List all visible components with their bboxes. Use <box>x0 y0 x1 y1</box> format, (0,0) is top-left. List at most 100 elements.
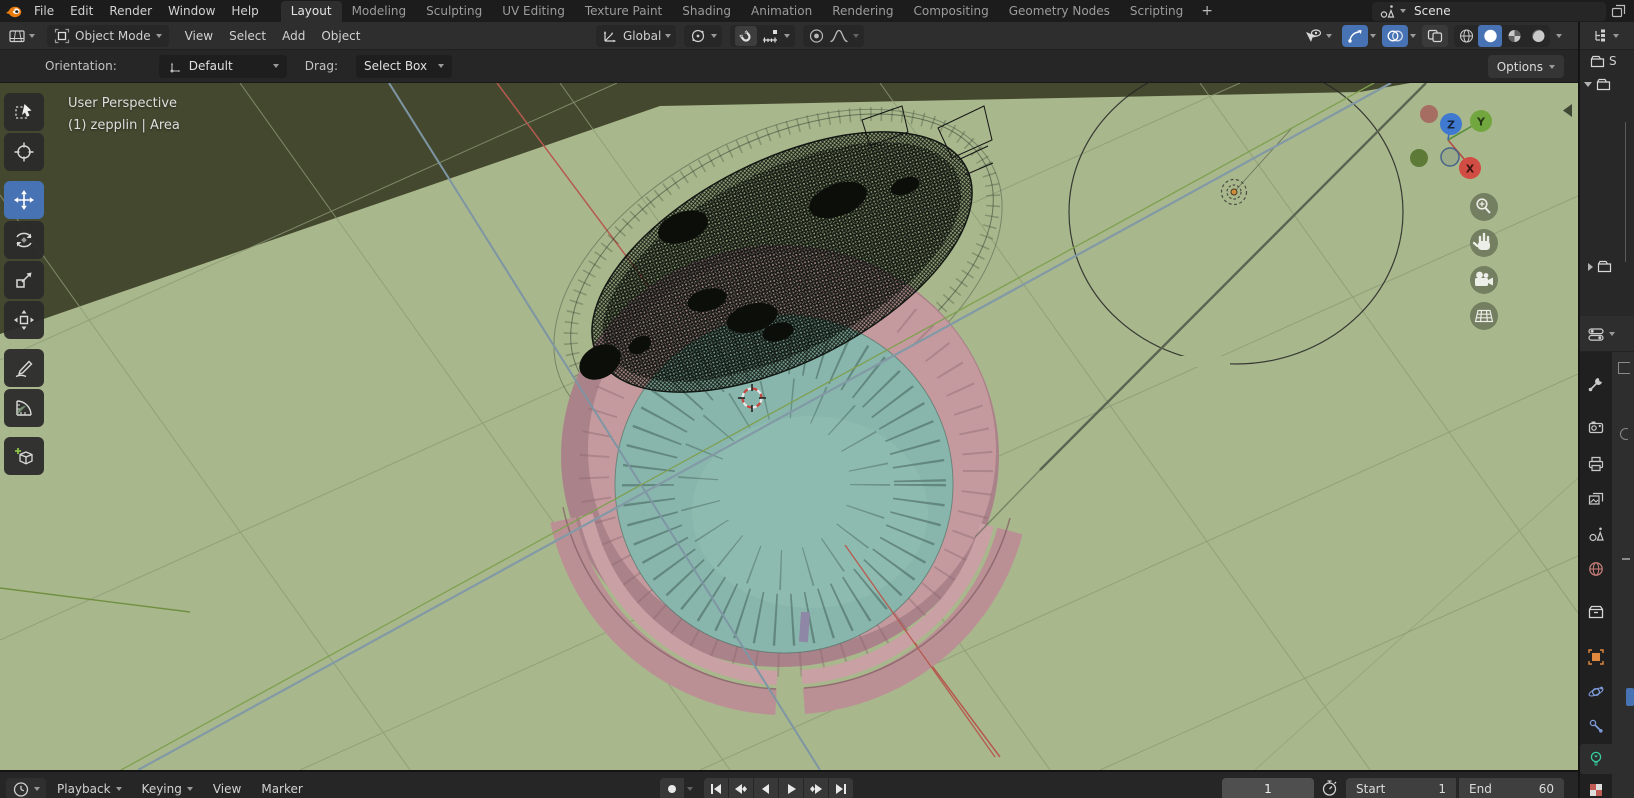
options-label: Options <box>1496 59 1543 74</box>
outliner-editor-icon[interactable] <box>1592 28 1610 44</box>
marker-menu[interactable]: Marker <box>252 778 311 798</box>
xray-toggle[interactable] <box>1422 25 1448 47</box>
tool-select-box[interactable] <box>4 93 44 131</box>
properties-partial-widget <box>1618 362 1630 374</box>
tab-scene[interactable] <box>1580 519 1612 549</box>
workspace-tab-rendering[interactable]: Rendering <box>822 1 903 22</box>
current-frame-field[interactable]: 1 <box>1222 778 1314 798</box>
workspace-tab-modeling[interactable]: Modeling <box>342 1 417 22</box>
tab-view-layer[interactable] <box>1580 484 1612 514</box>
tab-constraints[interactable] <box>1580 711 1612 741</box>
menu-help[interactable]: Help <box>223 0 266 22</box>
workspace-tab-layout[interactable]: Layout <box>280 0 342 22</box>
tab-world[interactable] <box>1580 554 1612 584</box>
solid-shading-icon <box>1483 29 1497 43</box>
show-overlays-toggle[interactable] <box>1382 25 1408 47</box>
auto-keying-record-button[interactable] <box>660 778 684 798</box>
snapping-controls[interactable] <box>730 25 796 47</box>
tab-physics[interactable] <box>1580 677 1612 707</box>
pan-hand-button[interactable] <box>1470 229 1498 257</box>
workspace-tab-scripting[interactable]: Scripting <box>1120 1 1193 22</box>
scene-name-field[interactable]: Scene <box>1410 4 1600 18</box>
tab-output[interactable] <box>1580 449 1612 479</box>
workspace-tab-animation[interactable]: Animation <box>741 1 822 22</box>
tab-texture[interactable] <box>1580 775 1612 798</box>
pivot-point-dropdown[interactable] <box>684 25 723 47</box>
orthographic-grid-button[interactable] <box>1470 302 1498 330</box>
chevron-down-icon <box>1609 331 1615 336</box>
tool-annotate[interactable] <box>4 349 44 387</box>
outliner-hierarchy-line <box>1625 122 1626 262</box>
workspace-tab-sculpting[interactable]: Sculpting <box>416 1 492 22</box>
tool-cursor[interactable] <box>4 133 44 171</box>
next-keyframe-button[interactable] <box>804 778 828 798</box>
tab-object-data[interactable] <box>1580 744 1612 774</box>
frame-start-field[interactable]: Start 1 <box>1346 778 1456 798</box>
workspace-tab-shading[interactable]: Shading <box>672 1 741 22</box>
add-workspace-button[interactable]: + <box>1193 3 1221 19</box>
tool-add-cube[interactable] <box>4 437 44 475</box>
gizmo-neg-y-ball[interactable] <box>1410 149 1428 167</box>
editor-type-selector[interactable] <box>4 25 39 47</box>
camera-view-button[interactable] <box>1470 266 1498 294</box>
properties-editor-icon[interactable] <box>1586 324 1606 344</box>
shading-rendered-button[interactable] <box>1526 25 1550 47</box>
menu-edit[interactable]: Edit <box>62 0 101 22</box>
view-menu[interactable]: View <box>204 778 250 798</box>
tool-transform[interactable] <box>4 301 44 339</box>
tool-scale[interactable] <box>4 261 44 299</box>
jump-to-end-button[interactable] <box>829 778 853 798</box>
object-visibility-dropdown[interactable] <box>1299 25 1336 47</box>
tool-measure[interactable] <box>4 389 44 427</box>
viewport-canvas[interactable]: Z Y X <box>0 83 1578 770</box>
playback-menu[interactable]: Playback <box>48 778 131 798</box>
outliner-collection-row-expanded[interactable] <box>1584 78 1611 91</box>
tab-object[interactable] <box>1580 642 1612 672</box>
gizmo-neg-z-ball[interactable] <box>1440 147 1460 167</box>
tab-tool[interactable] <box>1580 369 1612 399</box>
scene-selector[interactable]: Scene <box>1372 1 1606 21</box>
transform-orientation-dropdown[interactable]: Global <box>596 25 677 47</box>
tab-collection[interactable] <box>1580 597 1612 627</box>
menu-select[interactable]: Select <box>221 25 274 47</box>
shading-material-button[interactable] <box>1502 25 1526 47</box>
jump-to-start-button[interactable] <box>704 778 728 798</box>
auto-keying-indicator[interactable] <box>1320 778 1339 797</box>
shading-wireframe-button[interactable] <box>1454 25 1478 47</box>
tool-move[interactable] <box>4 181 44 219</box>
frame-end-field[interactable]: End 60 <box>1459 778 1564 798</box>
menu-file[interactable]: File <box>26 0 62 22</box>
drag-dropdown[interactable]: Select Box <box>355 54 452 78</box>
show-gizmo-toggle[interactable] <box>1342 25 1368 47</box>
outliner-scene-collection-row[interactable]: S <box>1590 54 1617 68</box>
menu-render[interactable]: Render <box>101 0 160 22</box>
keying-menu[interactable]: Keying <box>133 778 202 798</box>
menu-window[interactable]: Window <box>160 0 223 22</box>
orientation-dropdown[interactable]: Default <box>158 54 287 78</box>
gizmo-neg-x-ball[interactable] <box>1420 105 1438 123</box>
shading-solid-button[interactable] <box>1478 25 1502 47</box>
snap-toggle[interactable] <box>735 26 758 46</box>
workspace-tab-texture-paint[interactable]: Texture Paint <box>575 1 672 22</box>
disclosure-triangle-icon[interactable] <box>1584 82 1592 87</box>
proportional-editing-controls[interactable] <box>803 25 865 47</box>
previous-frame-button[interactable] <box>754 778 778 798</box>
mode-dropdown[interactable]: Object Mode <box>47 24 169 47</box>
workspace-tab-uv-editing[interactable]: UV Editing <box>492 1 575 22</box>
menu-add[interactable]: Add <box>274 25 313 47</box>
blender-logo-icon[interactable] <box>0 4 26 18</box>
workspace-tab-compositing[interactable]: Compositing <box>903 1 998 22</box>
tool-rotate[interactable] <box>4 221 44 259</box>
workspace-tab-geometry-nodes[interactable]: Geometry Nodes <box>999 1 1120 22</box>
play-button[interactable] <box>779 778 803 798</box>
disclosure-triangle-icon[interactable] <box>1588 262 1593 271</box>
timeline-editor-selector[interactable] <box>6 778 46 798</box>
menu-view[interactable]: View <box>177 25 221 47</box>
new-scene-icon[interactable] <box>1610 3 1628 19</box>
zoom-button[interactable] <box>1470 193 1498 221</box>
tab-render[interactable] <box>1580 412 1612 442</box>
outliner-collection-row-collapsed[interactable] <box>1588 260 1612 273</box>
menu-object[interactable]: Object <box>313 25 368 47</box>
previous-keyframe-button[interactable] <box>729 778 753 798</box>
options-dropdown[interactable]: Options <box>1487 55 1564 78</box>
